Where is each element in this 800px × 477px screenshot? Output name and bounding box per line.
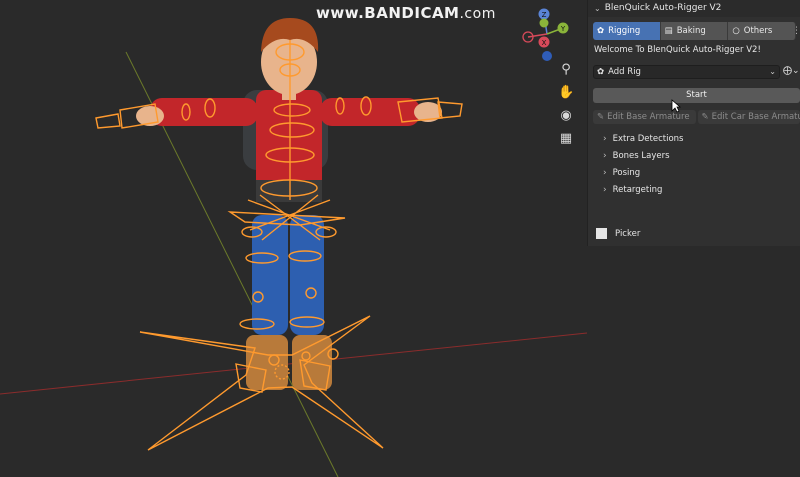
chevron-right-icon: ›	[603, 151, 607, 161]
start-button[interactable]: Start	[593, 88, 800, 103]
chevron-right-icon: ›	[603, 185, 607, 195]
picker-icon	[596, 228, 607, 239]
svg-text:X: X	[542, 39, 547, 47]
kebab-menu-icon[interactable]: ⋮	[792, 26, 800, 36]
character-model	[136, 18, 442, 390]
tab-others[interactable]: ○ Others	[728, 22, 797, 40]
pencil-icon: ✎	[597, 112, 605, 122]
pencil-icon: ✎	[701, 112, 709, 122]
edit-armature-row: ✎ Edit Base Armature ✎ Edit Car Base Arm…	[593, 110, 800, 124]
navigation-gizmo[interactable]: Z Y X	[516, 4, 584, 64]
tab-rigging[interactable]: ✿ Rigging	[593, 22, 661, 40]
welcome-text: Welcome To BlenQuick Auto-Rigger V2!	[594, 45, 761, 55]
scene-canvas[interactable]	[0, 0, 587, 477]
hand-icon[interactable]: ✋	[558, 85, 574, 101]
zoom-icon[interactable]: ⚲	[558, 62, 574, 78]
svg-text:Z: Z	[542, 11, 547, 19]
chevron-down-icon: ⌄	[769, 67, 776, 76]
section-retargeting[interactable]: › Retargeting	[603, 185, 662, 195]
tab-baking[interactable]: ▤ Baking	[660, 22, 729, 40]
tab-bar: ✿ Rigging ▤ Baking ○ Others	[593, 22, 797, 40]
bake-icon: ▤	[664, 26, 673, 36]
panel-title: BlenQuick Auto-Rigger V2	[604, 3, 722, 13]
section-extra-detections[interactable]: › Extra Detections	[603, 134, 683, 144]
addon-panel: ⌄ BlenQuick Auto-Rigger V2 ✿ Rigging ▤ B…	[587, 0, 800, 246]
chevron-down-icon[interactable]: ⌄	[594, 0, 601, 17]
section-bones-layers[interactable]: › Bones Layers	[603, 151, 670, 161]
rig-select-dropdown[interactable]: ✿ Add Rig ⌄	[593, 65, 780, 79]
camera-icon[interactable]: ◉	[558, 108, 574, 124]
add-rig-options-icon[interactable]: ⨁⌄	[783, 66, 800, 76]
panel-header[interactable]: ⌄ BlenQuick Auto-Rigger V2	[588, 0, 800, 17]
grid-icon[interactable]: ▦	[558, 131, 574, 147]
edit-car-base-armature-button[interactable]: ✎ Edit Car Base Armature	[697, 110, 800, 124]
viewport-nav-tools: ⚲ ✋ ◉ ▦	[558, 62, 576, 154]
section-posing[interactable]: › Posing	[603, 168, 640, 178]
chevron-right-icon: ›	[603, 134, 607, 144]
mouse-cursor-icon	[671, 99, 681, 113]
bandicam-watermark: www.BANDICAM.com	[316, 4, 496, 22]
svg-text:Y: Y	[560, 25, 566, 33]
circle-icon: ○	[732, 26, 740, 36]
armature-icon: ✿	[597, 67, 605, 77]
chevron-right-icon: ›	[603, 168, 607, 178]
picker-panel[interactable]: Picker	[596, 228, 640, 239]
armature-icon: ✿	[597, 26, 605, 36]
